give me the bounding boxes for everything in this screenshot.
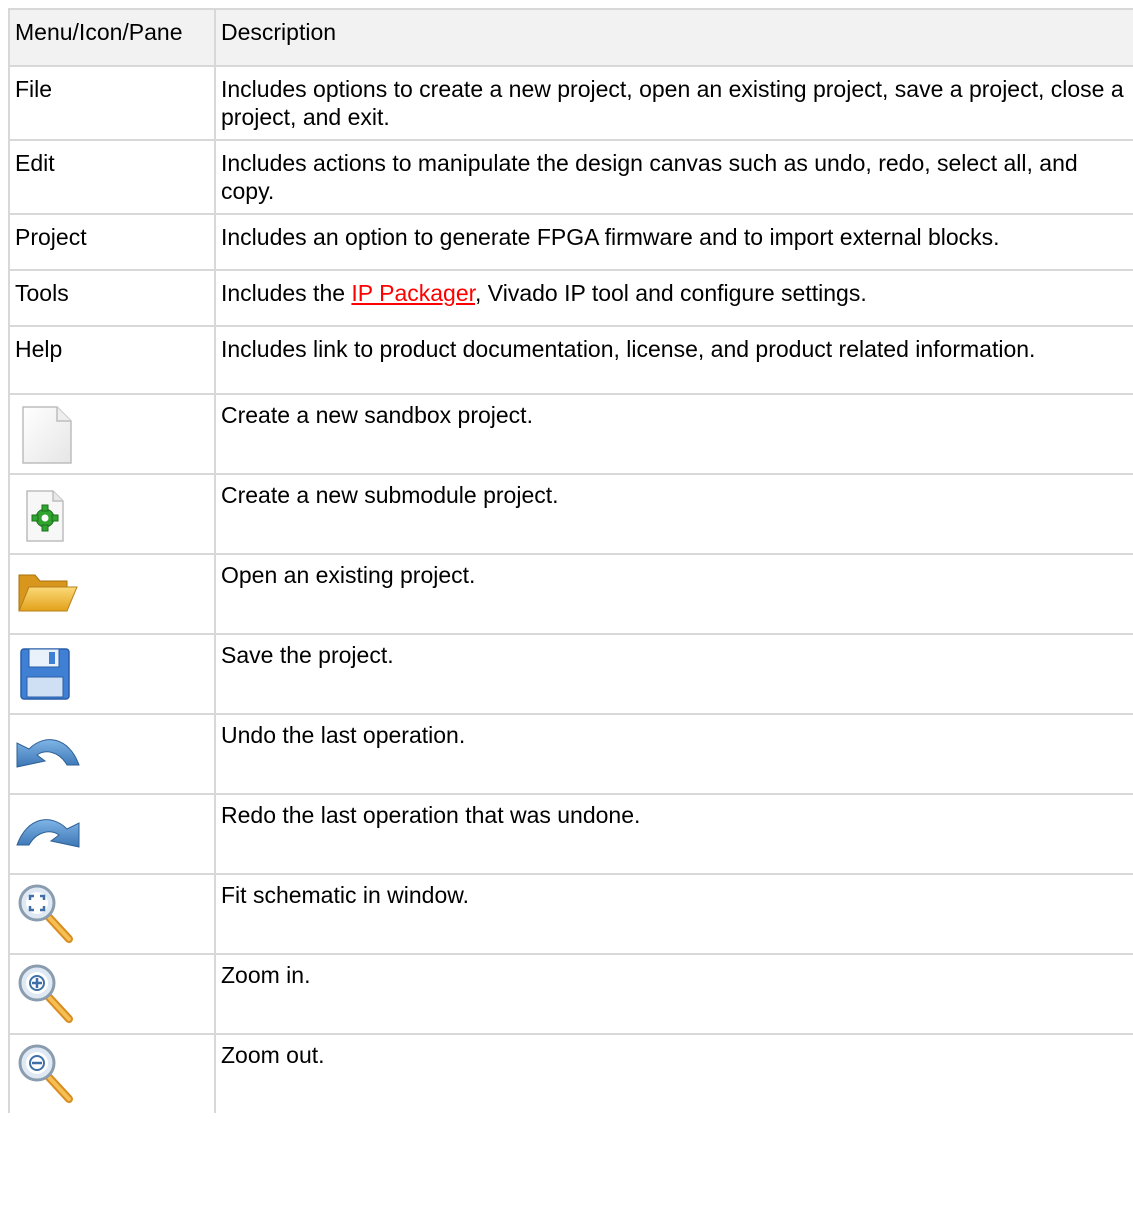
table-row: Fit schematic in window. [8,873,1133,955]
table-row: Open an existing project. [8,553,1133,635]
icon-cell [8,873,216,955]
menu-name-tools: Tools [8,269,216,327]
menu-description: Includes an option to generate FPGA firm… [214,213,1133,271]
icon-cell [8,633,216,715]
table-row: Save the project. [8,633,1133,715]
table-row: Zoom out. [8,1033,1133,1113]
description-text: Includes the [221,280,352,306]
icon-cell [8,1033,216,1113]
table-header-row: Menu/Icon/Pane Description [8,8,1133,67]
table-row: Zoom in. [8,953,1133,1035]
table-row: Redo the last operation that was undone. [8,793,1133,875]
icon-description: Create a new submodule project. [214,473,1133,555]
icon-description: Undo the last operation. [214,713,1133,795]
icon-cell [8,473,216,555]
ip-packager-link[interactable]: IP Packager [351,280,475,306]
table-row: Edit Includes actions to manipulate the … [8,139,1133,215]
new-submodule-icon [26,490,64,542]
zoom-in-icon [18,964,73,1023]
table-row: Help Includes link to product documentat… [8,325,1133,395]
icon-cell [8,793,216,875]
menu-name-project: Project [8,213,216,271]
icon-description: Fit schematic in window. [214,873,1133,955]
table-row: Undo the last operation. [8,713,1133,795]
icon-description: Create a new sandbox project. [214,393,1133,475]
icon-description: Zoom in. [214,953,1133,1035]
menu-name-file: File [8,65,216,141]
open-folder-icon [18,574,78,612]
icon-cell [8,393,216,475]
column-header-menu: Menu/Icon/Pane [8,8,216,67]
menu-description: Includes the IP Packager, Vivado IP tool… [214,269,1133,327]
icon-cell [8,953,216,1035]
table-row: Create a new submodule project. [8,473,1133,555]
icon-description: Open an existing project. [214,553,1133,635]
menu-description: Includes actions to manipulate the desig… [214,139,1133,215]
icon-cell [8,553,216,635]
column-header-description: Description [214,8,1133,67]
icon-description: Redo the last operation that was undone. [214,793,1133,875]
menu-name-edit: Edit [8,139,216,215]
icon-description: Save the project. [214,633,1133,715]
new-file-icon [22,406,72,464]
icon-cell [8,713,216,795]
zoom-fit-icon [18,884,73,943]
table-row: Tools Includes the IP Packager, Vivado I… [8,269,1133,327]
zoom-out-icon [18,1044,73,1103]
table-row: Create a new sandbox project. [8,393,1133,475]
menu-description: Includes options to create a new project… [214,65,1133,141]
menu-name-help: Help [8,325,216,395]
table-row: File Includes options to create a new pr… [8,65,1133,141]
save-icon [20,648,70,700]
reference-table: Menu/Icon/Pane Description File Includes… [8,8,1133,1113]
table-row: Project Includes an option to generate F… [8,213,1133,271]
menu-description: Includes link to product documentation, … [214,325,1133,395]
description-text: , Vivado IP tool and configure settings. [475,280,867,306]
icon-description: Zoom out. [214,1033,1133,1113]
undo-icon [16,739,80,768]
redo-icon [16,819,80,848]
